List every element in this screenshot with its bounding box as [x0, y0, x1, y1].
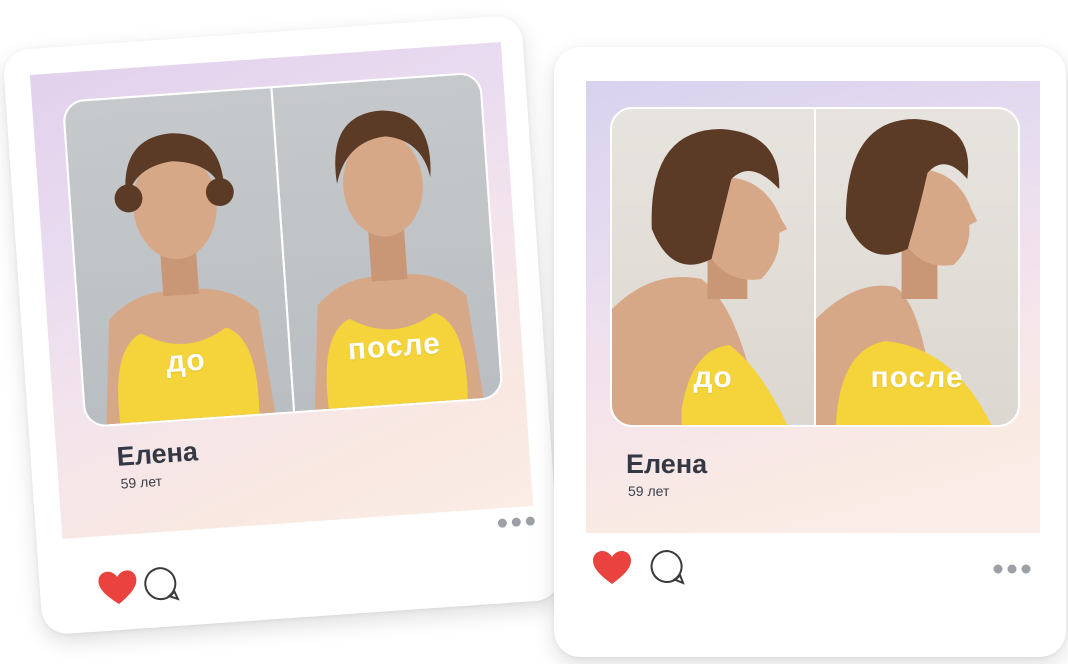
person-name: Елена — [115, 436, 199, 472]
comment-icon[interactable] — [140, 564, 181, 605]
more-icon[interactable] — [496, 515, 537, 530]
person-name: Елена — [626, 449, 708, 479]
after-label: после — [870, 361, 964, 394]
heart-icon[interactable] — [97, 569, 139, 608]
comment-icon[interactable] — [648, 548, 686, 586]
card-panel: до после Елена 59 лет — [29, 42, 534, 539]
after-photo: после — [814, 109, 1018, 425]
before-photo: до — [63, 88, 294, 426]
post-card-profile[interactable]: до после Елена 59 лет — [554, 47, 1066, 657]
card-panel: до после Елена 59 лет — [586, 81, 1040, 533]
before-after-photo: до после — [610, 107, 1020, 427]
heart-icon[interactable] — [592, 550, 632, 586]
before-after-photo: до после — [61, 71, 504, 429]
before-label: до — [693, 361, 733, 394]
person-age: 59 лет — [628, 483, 670, 499]
before-photo: до — [612, 109, 814, 425]
person-age: 59 лет — [120, 472, 163, 492]
more-icon[interactable] — [992, 563, 1032, 575]
after-photo: после — [270, 73, 502, 412]
post-card-front[interactable]: до после Елена 59 лет — [2, 14, 562, 636]
